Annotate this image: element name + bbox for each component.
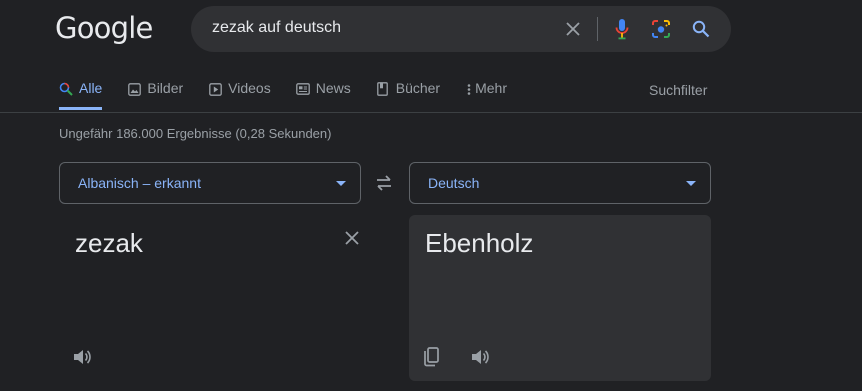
target-language-label: Deutsch [428, 175, 480, 191]
camera-icon [652, 20, 670, 38]
chevron-down-icon [686, 181, 696, 186]
chevron-down-icon [336, 181, 346, 186]
newspaper-icon [295, 82, 310, 96]
logo-letter-g2: g [110, 11, 129, 45]
swap-languages-button[interactable] [373, 172, 395, 194]
voice-search-button[interactable] [610, 17, 634, 41]
search-submit-button[interactable] [689, 17, 713, 41]
speaker-icon [472, 350, 489, 364]
play-icon [208, 82, 222, 96]
translated-text: Ebenholz [425, 228, 534, 258]
source-text-input[interactable]: zezak [75, 228, 143, 259]
logo-letter-g: G [55, 11, 77, 45]
logo-letter-e: e [135, 11, 153, 45]
close-icon [345, 231, 359, 245]
logo-letter-o2: o [93, 11, 112, 45]
speaker-icon [74, 350, 91, 364]
more-vert-icon [465, 82, 473, 96]
tab-bilder[interactable]: Bilder [127, 80, 183, 110]
source-language-label: Albanisch – erkannt [78, 175, 201, 191]
listen-source-button[interactable] [71, 346, 93, 368]
tab-label: Alle [79, 80, 103, 96]
tab-alle[interactable]: Alle [59, 80, 103, 110]
translation-output-panel: Ebenholz [409, 215, 711, 381]
search-icon [59, 82, 73, 96]
tab-label: Bilder [147, 80, 184, 96]
copy-translation-button[interactable] [420, 346, 442, 368]
google-logo[interactable]: Google [55, 11, 153, 49]
source-language-select[interactable]: Albanisch – erkannt [59, 162, 361, 204]
tab-videos[interactable]: Videos [208, 80, 271, 110]
search-divider [597, 17, 598, 41]
search-icon [692, 20, 710, 38]
close-icon [566, 22, 580, 36]
clear-source-button[interactable] [341, 227, 363, 249]
tab-label: News [315, 80, 351, 96]
result-stats: Ungefähr 186.000 Ergebnisse (0,28 Sekund… [59, 126, 332, 141]
tab-label: Mehr [475, 80, 507, 96]
search-input[interactable]: zezak auf deutsch [212, 19, 341, 37]
tab-buecher[interactable]: Bücher [376, 80, 440, 110]
target-language-select[interactable]: Deutsch [409, 162, 711, 204]
logo-letter-o1: o [76, 11, 95, 45]
search-tabs: Alle Bilder Videos News Bücher Mehr [59, 80, 532, 110]
search-box[interactable]: zezak auf deutsch [191, 6, 731, 52]
image-search-button[interactable] [649, 17, 673, 41]
tab-mehr[interactable]: Mehr [465, 80, 507, 110]
listen-translation-button[interactable] [469, 346, 491, 368]
swap-icon [377, 175, 391, 191]
image-icon [127, 82, 141, 96]
tab-label: Videos [228, 80, 271, 96]
tab-news[interactable]: News [295, 80, 351, 110]
copy-icon [424, 347, 439, 367]
tabs-divider [0, 112, 862, 113]
logo-letter-l: l [128, 11, 136, 45]
tab-label: Bücher [395, 80, 441, 96]
suchfilter-button[interactable]: Suchfilter [649, 82, 707, 98]
book-icon [376, 82, 390, 96]
microphone-icon [615, 19, 629, 40]
clear-search-button[interactable] [561, 17, 585, 41]
